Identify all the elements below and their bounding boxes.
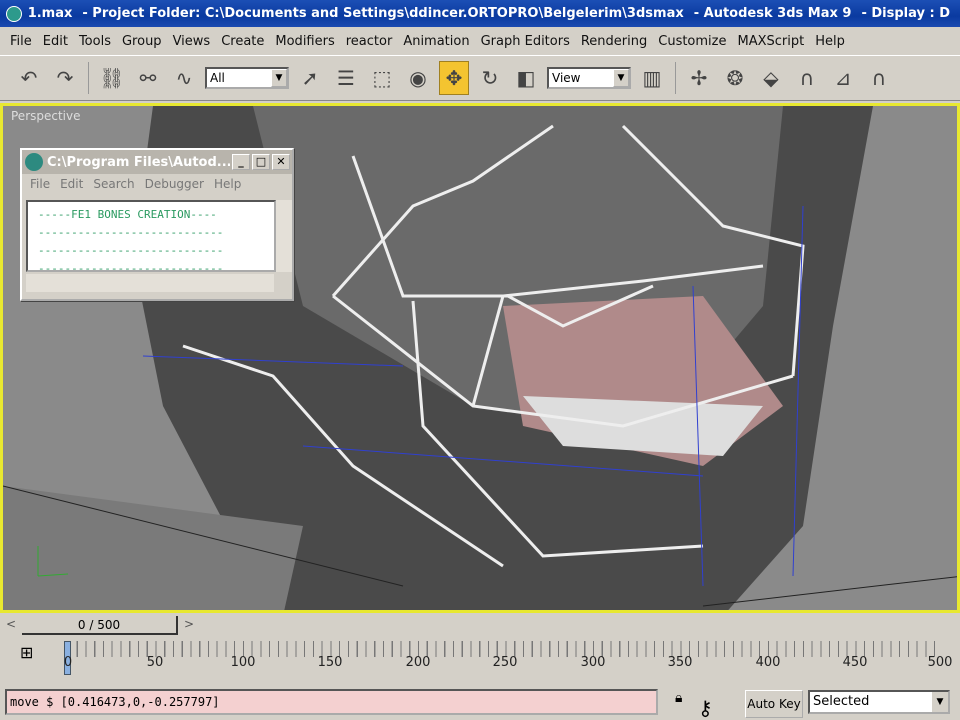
- angle-snap-icon[interactable]: ∩: [792, 61, 822, 95]
- prev-frame-button[interactable]: <: [6, 617, 16, 631]
- key-filter-dropdown[interactable]: Selected ▼: [808, 690, 950, 714]
- menu-help[interactable]: Help: [815, 34, 845, 49]
- minimize-button[interactable]: _: [232, 154, 250, 170]
- undo-icon[interactable]: ↶: [14, 61, 44, 95]
- reference-coordinate-dropdown[interactable]: View ▼: [547, 67, 631, 89]
- tick-label: 350: [667, 655, 693, 670]
- percent-snap-icon[interactable]: ⊿: [828, 61, 858, 95]
- maximize-button[interactable]: □: [252, 154, 270, 170]
- code-line: ----------------------------: [38, 226, 224, 239]
- time-slider: < 0 / 500 >: [0, 614, 960, 636]
- bind-space-warp-icon[interactable]: ∿: [169, 61, 199, 95]
- ref-coord-value: View: [552, 71, 581, 85]
- chevron-down-icon: ▼: [271, 69, 287, 87]
- auto-key-button[interactable]: Auto Key: [745, 690, 803, 718]
- rectangle-selection-icon[interactable]: ⬚: [367, 61, 397, 95]
- tick-label: 50: [146, 655, 164, 670]
- tick-label: 0: [63, 655, 73, 670]
- divider: [675, 62, 676, 94]
- menu-customize[interactable]: Customize: [658, 34, 726, 49]
- select-move-icon[interactable]: ✥: [439, 61, 469, 95]
- maxscript-listener-input[interactable]: move $ [0.416473,0,-0.257797]: [5, 689, 658, 715]
- app-name: - Autodesk 3ds Max 9: [693, 6, 852, 21]
- tick-label: 250: [492, 655, 518, 670]
- dialog-menu: File Edit Search Debugger Help: [22, 174, 292, 194]
- menu-group[interactable]: Group: [122, 34, 162, 49]
- redo-icon[interactable]: ↷: [50, 61, 80, 95]
- tick-label: 150: [317, 655, 343, 670]
- vertical-scrollbar[interactable]: [276, 200, 292, 272]
- script-editor[interactable]: -----FE1 BONES CREATION---- -------------…: [26, 200, 276, 272]
- select-by-name-icon[interactable]: ☰: [331, 61, 361, 95]
- title-bar: 1.max - Project Folder: C:\Documents and…: [0, 0, 960, 27]
- select-rotate-icon[interactable]: ↻: [475, 61, 505, 95]
- snaps-toggle-icon[interactable]: ⬙: [756, 61, 786, 95]
- dialog-menu-help[interactable]: Help: [214, 177, 241, 191]
- project-folder: - Project Folder: C:\Documents and Setti…: [82, 6, 684, 21]
- menu-maxscript[interactable]: MAXScript: [738, 34, 805, 49]
- selection-filter-dropdown[interactable]: All ▼: [205, 67, 289, 89]
- lock-icon[interactable]: 🔒︎: [675, 690, 682, 706]
- menu-tools[interactable]: Tools: [79, 34, 111, 49]
- dialog-menu-edit[interactable]: Edit: [60, 177, 83, 191]
- code-line: -----FE1 BONES CREATION----: [38, 208, 217, 221]
- unlink-icon[interactable]: ⚯: [133, 61, 163, 95]
- next-frame-button[interactable]: >: [184, 617, 194, 631]
- main-toolbar: ↶ ↷ ⛓ ⚯ ∿ All ▼ ➚ ☰ ⬚ ◉ ✥ ↻ ◧ View ▼ ▥ ✢ ❂…: [0, 55, 960, 101]
- select-scale-icon[interactable]: ◧: [511, 61, 541, 95]
- keyboard-shortcut-icon[interactable]: ❂: [720, 61, 750, 95]
- key-icon[interactable]: ⚷: [698, 696, 713, 720]
- curve-editor-icon[interactable]: ⊞: [20, 643, 33, 662]
- tick-label: 100: [230, 655, 256, 670]
- tick-label: 450: [842, 655, 868, 670]
- code-line: ----------------------------: [38, 262, 224, 272]
- status-bar: move $ [0.416473,0,-0.257797] 🔒︎ ⚷ Auto …: [0, 686, 960, 720]
- menu-create[interactable]: Create: [221, 34, 264, 49]
- chevron-down-icon: ▼: [932, 692, 948, 712]
- menu-graph-editors[interactable]: Graph Editors: [481, 34, 570, 49]
- track-bar[interactable]: ⊞ 0 50 100 150 200 250 300 350 400 450 5…: [0, 637, 960, 683]
- menu-reactor[interactable]: reactor: [346, 34, 393, 49]
- link-icon[interactable]: ⛓: [97, 61, 127, 95]
- select-manipulate-icon[interactable]: ✢: [684, 61, 714, 95]
- menu-bar: File Edit Tools Group Views Create Modif…: [0, 28, 960, 54]
- dialog-title-bar: C:\Program Files\Autod... _ □ ✕: [22, 150, 292, 174]
- viewport-label[interactable]: Perspective: [11, 109, 81, 123]
- divider: [88, 62, 89, 94]
- tick-label: 300: [580, 655, 606, 670]
- code-line: ----------------------------: [38, 244, 224, 257]
- menu-rendering[interactable]: Rendering: [581, 34, 647, 49]
- menu-file[interactable]: File: [10, 34, 32, 49]
- selection-filter-value: All: [210, 71, 225, 85]
- dialog-menu-file[interactable]: File: [30, 177, 50, 191]
- tick-label: 400: [755, 655, 781, 670]
- maxscript-icon: [25, 153, 43, 171]
- dialog-menu-search[interactable]: Search: [93, 177, 134, 191]
- menu-modifiers[interactable]: Modifiers: [275, 34, 334, 49]
- file-name: 1.max: [27, 6, 73, 21]
- pivot-center-icon[interactable]: ▥: [637, 61, 667, 95]
- chevron-down-icon: ▼: [613, 69, 629, 87]
- horizontal-scrollbar[interactable]: [26, 274, 274, 292]
- app-icon: [6, 5, 22, 22]
- display-info: - Display : D: [861, 6, 950, 21]
- spinner-snap-icon[interactable]: ∩: [864, 61, 894, 95]
- menu-edit[interactable]: Edit: [43, 34, 68, 49]
- maxscript-editor-window: C:\Program Files\Autod... _ □ ✕ File Edi…: [20, 148, 294, 301]
- time-slider-thumb[interactable]: 0 / 500: [22, 616, 178, 635]
- select-object-icon[interactable]: ➚: [295, 61, 325, 95]
- key-filter-value: Selected: [813, 694, 870, 709]
- tick-label: 500: [927, 655, 953, 670]
- close-button[interactable]: ✕: [272, 154, 290, 170]
- menu-views[interactable]: Views: [173, 34, 211, 49]
- dialog-title: C:\Program Files\Autod...: [47, 154, 230, 170]
- tick-label: 200: [405, 655, 431, 670]
- menu-animation[interactable]: Animation: [403, 34, 469, 49]
- window-crossing-icon[interactable]: ◉: [403, 61, 433, 95]
- dialog-menu-debugger[interactable]: Debugger: [145, 177, 204, 191]
